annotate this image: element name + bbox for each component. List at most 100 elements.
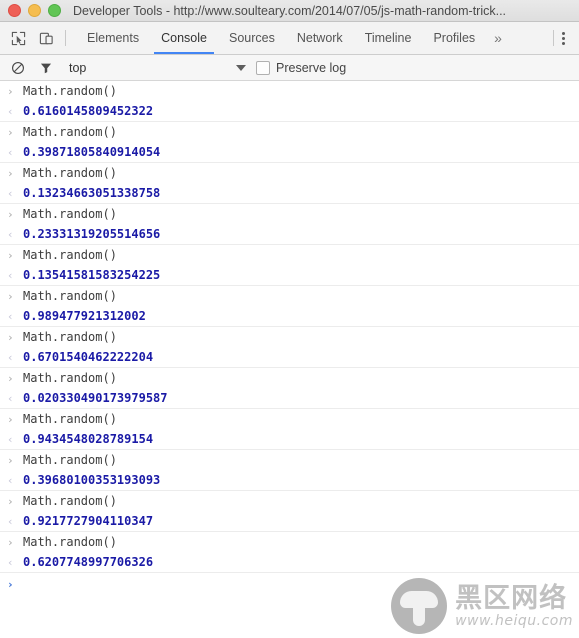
input-chevron-icon: › <box>7 207 14 221</box>
console-output[interactable]: › Math.random() ‹ 0.6160145809452322 › Math.r… <box>0 81 579 638</box>
console-input-text: Math.random() <box>23 535 117 549</box>
console-input-line[interactable]: › Math.random() <box>0 450 579 470</box>
tab-network[interactable]: Network <box>286 22 354 54</box>
console-output-value: 0.989477921312002 <box>23 309 146 323</box>
minimize-button[interactable] <box>28 4 41 17</box>
console-output-line[interactable]: ‹ 0.6160145809452322 <box>0 101 579 121</box>
console-input-text: Math.random() <box>23 412 117 426</box>
preserve-log-checkbox[interactable] <box>256 60 270 75</box>
console-entry-group: › Math.random() ‹ 0.020330490173979587 <box>0 368 579 409</box>
devtools-tabbar: Elements Console Sources Network Timelin… <box>0 22 579 55</box>
console-input-line[interactable]: › Math.random() <box>0 204 579 224</box>
console-input-text: Math.random() <box>23 289 117 303</box>
execution-context-selector[interactable]: top <box>69 61 86 75</box>
console-input-line[interactable]: › Math.random() <box>0 81 579 101</box>
tab-profiles[interactable]: Profiles <box>422 22 486 54</box>
console-input-line[interactable]: › Math.random() <box>0 409 579 429</box>
console-output-line[interactable]: ‹ 0.13541581583254225 <box>0 265 579 285</box>
console-entry-group: › Math.random() ‹ 0.989477921312002 <box>0 286 579 327</box>
console-input-line[interactable]: › Math.random() <box>0 491 579 511</box>
console-output-value: 0.13541581583254225 <box>23 268 161 282</box>
console-output-line[interactable]: ‹ 0.39680100353193093 <box>0 470 579 490</box>
output-chevron-icon: ‹ <box>7 432 14 446</box>
tab-console-label: Console <box>161 31 207 45</box>
output-chevron-icon: ‹ <box>7 145 14 159</box>
window-title: Developer Tools - http://www.soulteary.c… <box>72 3 507 18</box>
tab-profiles-label: Profiles <box>433 31 476 45</box>
input-chevron-icon: › <box>7 125 14 139</box>
toggle-device-toolbar-icon[interactable] <box>37 29 55 47</box>
panel-tabs: Elements Console Sources Network Timelin… <box>76 22 553 54</box>
filter-funnel-icon[interactable] <box>37 59 55 77</box>
preserve-log-toggle[interactable]: Preserve log <box>256 60 346 75</box>
tabbar-left-tools <box>0 22 65 54</box>
console-output-line[interactable]: ‹ 0.020330490173979587 <box>0 388 579 408</box>
tab-sources[interactable]: Sources <box>218 22 286 54</box>
maximize-button[interactable] <box>48 4 61 17</box>
console-input-line[interactable]: › Math.random() <box>0 286 579 306</box>
tabs-overflow-button[interactable]: » <box>486 22 510 54</box>
prompt-chevron-icon: › <box>7 577 14 591</box>
console-entry-group: › Math.random() ‹ 0.6701540462222204 <box>0 327 579 368</box>
input-chevron-icon: › <box>7 84 14 98</box>
console-output-line[interactable]: ‹ 0.39871805840914054 <box>0 142 579 162</box>
console-output-line[interactable]: ‹ 0.6207748997706326 <box>0 552 579 572</box>
console-output-line[interactable]: ‹ 0.989477921312002 <box>0 306 579 326</box>
output-chevron-icon: ‹ <box>7 514 14 528</box>
console-input-line[interactable]: › Math.random() <box>0 163 579 183</box>
output-chevron-icon: ‹ <box>7 268 14 282</box>
input-chevron-icon: › <box>7 453 14 467</box>
console-input-text: Math.random() <box>23 84 117 98</box>
console-input-text: Math.random() <box>23 166 117 180</box>
tabbar-right-tools <box>554 22 579 54</box>
input-chevron-icon: › <box>7 535 14 549</box>
console-input-line[interactable]: › Math.random() <box>0 368 579 388</box>
console-entry-group: › Math.random() ‹ 0.9434548028789154 <box>0 409 579 450</box>
console-input-text: Math.random() <box>23 125 117 139</box>
tab-elements-label: Elements <box>87 31 140 45</box>
console-output-line[interactable]: ‹ 0.9434548028789154 <box>0 429 579 449</box>
console-input-line[interactable]: › Math.random() <box>0 245 579 265</box>
window-titlebar: Developer Tools - http://www.soulteary.c… <box>0 0 579 22</box>
console-output-value: 0.13234663051338758 <box>23 186 161 200</box>
console-output-value: 0.6160145809452322 <box>23 104 154 118</box>
console-input-line[interactable]: › Math.random() <box>0 327 579 347</box>
clear-console-icon[interactable] <box>9 59 27 77</box>
tab-timeline[interactable]: Timeline <box>354 22 423 54</box>
console-input-text: Math.random() <box>23 453 117 467</box>
tab-sources-label: Sources <box>228 31 275 45</box>
output-chevron-icon: ‹ <box>7 309 14 323</box>
chevron-down-icon[interactable] <box>236 64 246 71</box>
console-input-text: Math.random() <box>23 330 117 344</box>
console-entry-group: › Math.random() ‹ 0.6207748997706326 <box>0 532 579 573</box>
tab-console[interactable]: Console <box>150 22 218 54</box>
console-output-line[interactable]: ‹ 0.6701540462222204 <box>0 347 579 367</box>
console-entry-group: › Math.random() ‹ 0.23331319205514656 <box>0 204 579 245</box>
chevron-double-right-icon: » <box>494 30 502 46</box>
tab-elements[interactable]: Elements <box>76 22 150 54</box>
console-prompt[interactable]: › <box>0 573 579 595</box>
watermark-url: www.heiqu.com <box>455 612 573 629</box>
console-input-text: Math.random() <box>23 207 117 221</box>
console-output-value: 0.39871805840914054 <box>23 145 161 159</box>
close-button[interactable] <box>8 4 21 17</box>
console-input-line[interactable]: › Math.random() <box>0 122 579 142</box>
input-chevron-icon: › <box>7 289 14 303</box>
input-chevron-icon: › <box>7 166 14 180</box>
console-output-line[interactable]: ‹ 0.23331319205514656 <box>0 224 579 244</box>
console-entry-group: › Math.random() ‹ 0.9217727904110347 <box>0 491 579 532</box>
input-chevron-icon: › <box>7 412 14 426</box>
console-output-line[interactable]: ‹ 0.9217727904110347 <box>0 511 579 531</box>
console-output-value: 0.6207748997706326 <box>23 555 154 569</box>
console-entry-group: › Math.random() ‹ 0.13541581583254225 <box>0 245 579 286</box>
console-output-value: 0.020330490173979587 <box>23 391 168 405</box>
tab-network-label: Network <box>296 31 343 45</box>
console-output-value: 0.6701540462222204 <box>23 350 154 364</box>
console-entries-list: › Math.random() ‹ 0.6160145809452322 › Math.r… <box>0 81 579 573</box>
output-chevron-icon: ‹ <box>7 227 14 241</box>
console-input-line[interactable]: › Math.random() <box>0 532 579 552</box>
more-options-icon[interactable] <box>554 29 572 47</box>
inspect-element-icon[interactable] <box>9 29 27 47</box>
console-output-value: 0.39680100353193093 <box>23 473 161 487</box>
console-output-line[interactable]: ‹ 0.13234663051338758 <box>0 183 579 203</box>
